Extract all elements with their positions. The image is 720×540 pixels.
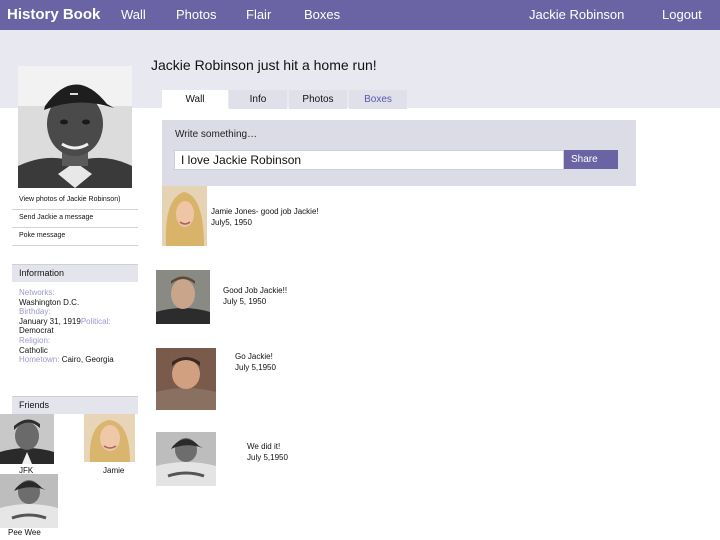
post-text: We did it! July 5,1950 [247,442,288,463]
top-nav-bar: History Book Wall Photos Flair Boxes Jac… [0,0,720,30]
religion-label: Religion: [19,335,51,345]
political-label: Political: [80,316,111,326]
post-message: Jamie Jones- good job Jackie! [211,207,319,216]
friend-photo-pee-wee[interactable] [0,474,58,528]
friend-name-jamie[interactable]: Jamie [103,466,124,475]
poke-link[interactable]: Poke message [12,228,138,246]
post-avatar-guy[interactable] [156,348,216,410]
nav-photos-link[interactable]: Photos [176,7,216,22]
status-text: Jackie Robinson just hit a home run! [151,57,377,73]
logout-link[interactable]: Logout [662,7,702,22]
wall-post-input[interactable]: I love Jackie Robinson [174,150,564,170]
send-message-link[interactable]: Send Jackie a message [12,210,138,228]
wall-composer: Write something… I love Jackie Robinson … [162,120,636,186]
nav-user-link[interactable]: Jackie Robinson [529,7,624,22]
post-date: July5, 1950 [211,217,252,227]
hometown-value: Cairo, Georgia [61,355,114,365]
post-message: Go Jackie! [235,352,273,361]
post-date: July 5,1950 [247,452,288,462]
tab-info[interactable]: Info [229,90,287,109]
information-header: Information [12,264,138,282]
profile-photo[interactable] [18,66,132,188]
post-avatar-man[interactable] [156,270,210,324]
nav-wall-link[interactable]: Wall [121,7,146,22]
religion-value: Catholic [19,345,48,355]
post-text: Good Job Jackie!! July 5, 1950 [223,286,287,307]
profile-actions: View photos of Jackie Robinson) Send Jac… [12,192,138,246]
post-date: July 5, 1950 [223,296,267,306]
networks-label: Networks: [19,288,55,297]
tab-wall[interactable]: Wall [162,90,228,109]
view-photos-link[interactable]: View photos of Jackie Robinson) [12,192,138,210]
post-text: Jamie Jones- good job Jackie! July5, 195… [211,207,319,228]
tab-boxes[interactable]: Boxes [349,90,407,109]
composer-label: Write something… [175,129,258,140]
political-value: Democrat [19,326,54,336]
post-message: We did it! [247,442,281,451]
friend-photo-jamie[interactable] [84,414,135,462]
tab-photos[interactable]: Photos [289,90,347,109]
nav-boxes-link[interactable]: Boxes [304,7,340,22]
post-date: July 5,1950 [235,362,276,372]
friends-header: Friends [12,396,138,414]
birthday-value: January 31, 1919 [19,316,81,326]
post-message: Good Job Jackie!! [223,286,288,295]
friend-photo-jfk[interactable] [0,414,54,464]
information-panel: Networks: Washington D.C. Birthday: Janu… [19,288,143,365]
brand-logo[interactable]: History Book [7,6,100,23]
post-avatar-pee-wee[interactable] [156,432,216,486]
nav-flair-link[interactable]: Flair [246,7,271,22]
friend-name-pee-wee[interactable]: Pee Wee [8,528,41,537]
networks-value: Washington D.C. [19,297,80,307]
hometown-label: Hometown: [19,355,60,365]
share-button[interactable]: Share [564,150,618,169]
birthday-label: Birthday: [19,307,51,317]
post-text: Go Jackie! July 5,1950 [235,352,276,373]
post-avatar-jamie[interactable] [162,186,207,246]
